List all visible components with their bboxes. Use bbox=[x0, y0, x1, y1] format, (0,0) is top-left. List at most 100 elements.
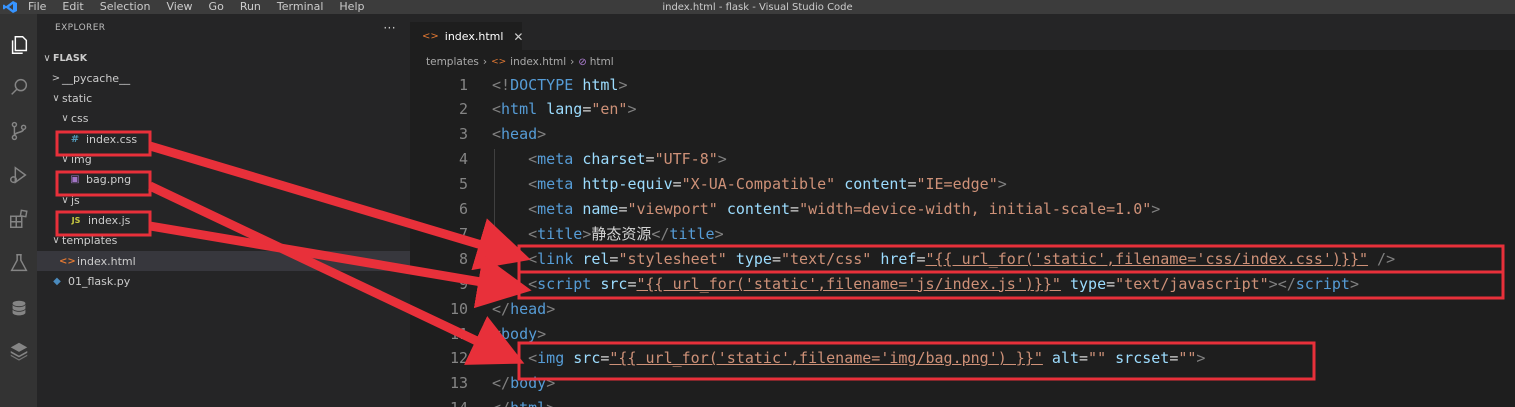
line-number: 13 bbox=[449, 374, 468, 393]
code-token: > bbox=[537, 125, 547, 144]
tree-item-01-flask-py[interactable]: ◆ 01_flask.py bbox=[37, 271, 410, 291]
code-token: < bbox=[528, 249, 538, 268]
code-token: head bbox=[510, 299, 547, 318]
code-token: > bbox=[537, 324, 547, 343]
menu-item-edit[interactable]: Edit bbox=[54, 0, 91, 14]
code-token: </ bbox=[492, 299, 511, 318]
code-token: content bbox=[844, 175, 908, 194]
code-token: <! bbox=[492, 75, 511, 94]
line-number: 1 bbox=[458, 75, 468, 94]
menu-item-selection[interactable]: Selection bbox=[92, 0, 159, 14]
menu-item-help[interactable]: Help bbox=[331, 0, 372, 14]
close-icon[interactable]: ✕ bbox=[513, 30, 523, 44]
activity-bar bbox=[0, 14, 37, 407]
tree-item-label: FLASK bbox=[53, 52, 88, 64]
chevron-down-icon[interactable]: ∨ bbox=[59, 154, 71, 165]
tree-item-css[interactable]: ∨ css bbox=[37, 109, 410, 129]
layers-icon[interactable] bbox=[0, 334, 37, 368]
chevron-down-icon[interactable]: ∨ bbox=[50, 93, 62, 104]
tree-item-index-css[interactable]: # index.css bbox=[37, 129, 410, 149]
code-line[interactable]: 10 </head> bbox=[410, 296, 1515, 321]
chevron-down-icon[interactable]: ∨ bbox=[59, 113, 71, 124]
code-token: link bbox=[537, 249, 574, 268]
database-icon[interactable] bbox=[0, 292, 37, 326]
code-token: > bbox=[1349, 274, 1359, 293]
code-token: < bbox=[528, 349, 538, 368]
code-token: body bbox=[510, 374, 547, 393]
extensions-icon[interactable] bbox=[0, 202, 37, 236]
tree-item-bag-png[interactable]: ▣ bag.png bbox=[37, 170, 410, 190]
code-line[interactable]: 3 <head> bbox=[410, 122, 1515, 147]
code-token: < bbox=[528, 175, 538, 194]
chevron-right-icon: › bbox=[570, 56, 575, 68]
tree-item-js[interactable]: ∨ js bbox=[37, 190, 410, 210]
code-line[interactable]: 13 </body> bbox=[410, 371, 1515, 396]
chevron-down-icon[interactable]: ∨ bbox=[50, 235, 62, 246]
code-line[interactable]: 2 <html lang="en"> bbox=[410, 97, 1515, 122]
tree-item-flask[interactable]: ∨ FLASK bbox=[37, 48, 410, 68]
code-line[interactable]: 12 <img src = "{{ url_for('static',filenam… bbox=[410, 346, 1515, 371]
code-line[interactable]: 8 <link rel="stylesheet" type="text/css"… bbox=[410, 246, 1515, 271]
menu-item-terminal[interactable]: Terminal bbox=[269, 0, 332, 14]
line-number: 12 bbox=[449, 349, 468, 368]
code-line[interactable]: 1 <!DOCTYPE html> bbox=[410, 72, 1515, 97]
menu-item-view[interactable]: View bbox=[158, 0, 200, 14]
line-text: </html> bbox=[492, 399, 555, 407]
explorer-header: EXPLORER ··· bbox=[37, 14, 410, 42]
code-token: src bbox=[573, 349, 601, 368]
tree-item-img[interactable]: ∨ img bbox=[37, 150, 410, 170]
code-token: rel bbox=[582, 249, 610, 268]
code-token: "UTF-8" bbox=[654, 150, 718, 169]
code-token: title bbox=[669, 225, 715, 244]
code-line[interactable]: 11 <body> bbox=[410, 321, 1515, 346]
source-control-icon[interactable] bbox=[0, 114, 37, 148]
menu-item-go[interactable]: Go bbox=[201, 0, 232, 14]
js-file-icon: JS bbox=[71, 215, 81, 225]
code-line[interactable]: 7 <title>静态资源</title> bbox=[410, 221, 1515, 246]
testing-icon[interactable] bbox=[0, 246, 37, 280]
code-line[interactable]: 14 </html> bbox=[410, 396, 1515, 407]
code-line[interactable]: 5 <meta http-equiv="X-UA-Compatible" con… bbox=[410, 172, 1515, 197]
code-token: "" bbox=[1178, 349, 1197, 368]
code-line[interactable]: 9 <script src="{{ url_for('static',filen… bbox=[410, 271, 1515, 296]
run-debug-icon[interactable] bbox=[0, 158, 37, 192]
code-token: < bbox=[492, 324, 502, 343]
chevron-down-icon[interactable]: ∨ bbox=[59, 195, 71, 206]
tree-item-static[interactable]: ∨ static bbox=[37, 89, 410, 109]
code-token: > bbox=[618, 75, 628, 94]
menu-bar: File Edit Selection View Go Run Terminal Help bbox=[20, 0, 372, 14]
breadcrumb-folder[interactable]: templates bbox=[426, 56, 479, 68]
code-token: > bbox=[582, 225, 592, 244]
chevron-down-icon[interactable]: ∨ bbox=[41, 53, 53, 64]
more-actions-icon[interactable]: ··· bbox=[383, 21, 396, 35]
chevron-right-icon[interactable]: > bbox=[50, 73, 62, 84]
tree-item-label: 01_flask.py bbox=[68, 274, 131, 288]
explorer-title: EXPLORER bbox=[55, 23, 106, 33]
tree-item--pycache-[interactable]: > __pycache__ bbox=[37, 68, 410, 88]
menu-item-run[interactable]: Run bbox=[232, 0, 269, 14]
line-text: <title>静态资源</title> bbox=[492, 223, 723, 244]
tab-index-html[interactable]: <> index.html ✕ bbox=[410, 22, 523, 50]
code-line[interactable]: 6 <meta name="viewport" content="width=d… bbox=[410, 197, 1515, 222]
tree-item-templates[interactable]: ∨ templates bbox=[37, 231, 410, 251]
code-token: < bbox=[528, 225, 538, 244]
chevron-right-icon: › bbox=[482, 56, 488, 68]
menu-item-file[interactable]: File bbox=[20, 0, 54, 14]
line-text: <!DOCTYPE html> bbox=[492, 76, 627, 94]
breadcrumb-file[interactable]: index.html bbox=[510, 56, 566, 68]
tree-item-index-html[interactable]: <> index.html bbox=[37, 251, 410, 271]
explorer-icon[interactable] bbox=[0, 28, 37, 62]
breadcrumb-symbol[interactable]: html bbox=[590, 56, 614, 68]
search-icon[interactable] bbox=[0, 70, 37, 104]
tree-item-index-js[interactable]: JS index.js bbox=[37, 210, 410, 230]
code-token: > bbox=[627, 100, 637, 119]
vscode-logo-icon[interactable] bbox=[0, 0, 20, 14]
code-line[interactable]: 4 <meta charset="UTF-8"> bbox=[410, 147, 1515, 172]
code-token: script bbox=[537, 274, 592, 293]
png-file-icon: ▣ bbox=[70, 174, 80, 186]
